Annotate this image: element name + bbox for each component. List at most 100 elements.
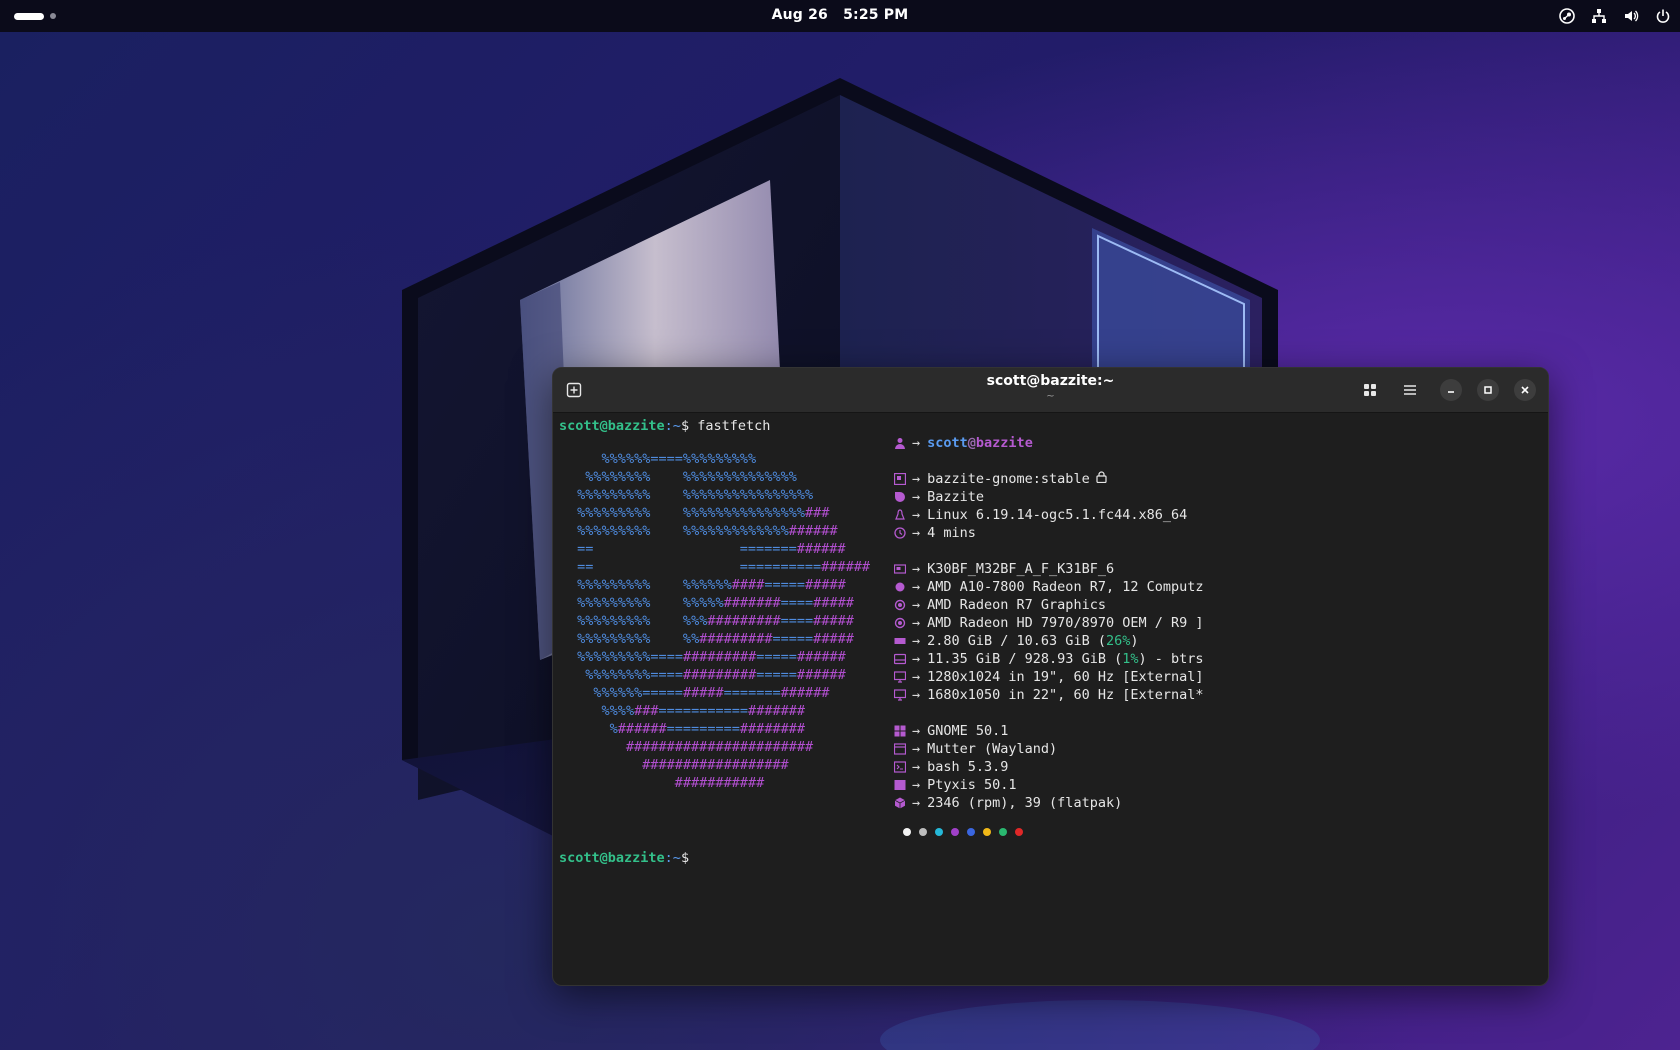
system-tray[interactable] <box>1558 6 1672 26</box>
info-value: 4 mins <box>927 525 976 541</box>
info-value: Linux 6.19.14-ogc5.1.fc44.x86_64 <box>927 507 1188 523</box>
arrow: → <box>912 633 921 649</box>
ascii-line: %%%%%%=====#####=======###### <box>593 685 830 701</box>
arrow: → <box>912 651 921 667</box>
info-row: → AMD Radeon HD 7970/8970 OEM / R9 ] <box>893 614 1204 632</box>
info-row: → GNOME 50.1 <box>893 722 1204 740</box>
close-icon <box>1521 386 1529 394</box>
terminal-content[interactable]: scott@bazzite:~$ fastfetch %%%%%%====%%%… <box>559 418 1539 978</box>
volume-icon[interactable] <box>1622 7 1640 25</box>
arrow: → <box>912 525 921 541</box>
info-row: → bazzite-gnome:stable <box>893 470 1204 488</box>
info-row: → 1680x1050 in 22", 60 Hz [External* <box>893 686 1204 704</box>
ascii-line: %%%%%%%%% %%%%%%%%%%%%%###### <box>577 523 838 539</box>
terminal-window[interactable]: scott@bazzite:~ ~ scott@bazzite:~$ fastf… <box>552 367 1549 986</box>
info-group-software: → GNOME 50.1 → Mutter (Wayland) → bash 5.3.9 →… <box>893 722 1204 812</box>
info-value: GNOME 50.1 <box>927 723 1009 739</box>
maximize-button[interactable] <box>1477 379 1499 401</box>
arrow: → <box>912 507 921 523</box>
terminal-titlebar[interactable]: scott@bazzite:~ ~ <box>553 368 1548 413</box>
info-row: → Ptyxis 50.1 <box>893 776 1204 794</box>
arrow: → <box>912 723 921 739</box>
memory-percent: 26% <box>1105 633 1131 649</box>
info-row: → 2346 (rpm), 39 (flatpak) <box>893 794 1204 812</box>
info-row: → 4 mins <box>893 524 1204 542</box>
ascii-line: %%%%%%%%%====#########=====###### <box>577 649 846 665</box>
ascii-line: %%%%%%%%% %%%%%%%%%%%%%%%% <box>577 487 814 503</box>
arrow: → <box>912 489 921 505</box>
arrow: → <box>912 579 921 595</box>
ascii-line: == =======###### <box>577 541 846 557</box>
disk-close: ) - btrs <box>1138 651 1204 667</box>
info-value: Ptyxis 50.1 <box>927 777 1017 793</box>
gpu-icon <box>893 598 907 612</box>
ascii-line: ####################### <box>625 739 814 755</box>
memory-close: ) <box>1130 633 1139 649</box>
image-icon <box>893 472 907 486</box>
info-value: Bazzite <box>927 489 985 505</box>
ascii-line: %%%%%%%%% %%#########=====##### <box>577 631 854 647</box>
info-group-system: → bazzite-gnome:stable → Bazzite → Linux 6.19… <box>893 470 1204 542</box>
date-time-button[interactable]: Aug 26 5:25 PM <box>0 7 1680 23</box>
network-icon[interactable] <box>1590 7 1608 25</box>
info-row: → bash 5.3.9 <box>893 758 1204 776</box>
minimize-button[interactable] <box>1440 379 1462 401</box>
info-user: scott <box>927 435 968 451</box>
ascii-line: ########### <box>674 775 765 791</box>
memory-icon <box>893 634 907 648</box>
ascii-line: %%%%%%%%====#########=====###### <box>585 667 846 683</box>
command-text: fastfetch <box>697 418 771 434</box>
arrow: → <box>912 741 921 757</box>
prompt-user-host: scott@bazzite <box>559 418 665 434</box>
prompt-symbol: $ <box>680 850 690 866</box>
arrow: → <box>912 687 921 703</box>
info-at: @ <box>967 435 976 451</box>
palette-swatch <box>983 828 991 836</box>
info-row-memory: → 2.80 GiB / 10.63 GiB (26%) <box>893 632 1204 650</box>
fastfetch-info: → scott @ bazzite → bazzite-gnome:stable → Ba… <box>893 434 1204 836</box>
arrow: → <box>912 759 921 775</box>
prompt-line[interactable]: scott@bazzite:~$ <box>559 850 689 866</box>
info-row: → 1280x1024 in 19", 60 Hz [External] <box>893 668 1204 686</box>
ascii-line: ################## <box>642 757 789 773</box>
power-icon[interactable] <box>1654 7 1672 25</box>
arrow: → <box>912 561 921 577</box>
info-row: → Mutter (Wayland) <box>893 740 1204 758</box>
arrow: → <box>912 615 921 631</box>
prompt-path: :~ <box>664 418 681 434</box>
palette-swatch <box>919 828 927 836</box>
info-row: → K30BF_M32BF_A_F_K31BF_6 <box>893 560 1204 578</box>
info-value: Mutter (Wayland) <box>927 741 1058 757</box>
disk-text: 11.35 GiB / 928.93 GiB ( <box>927 651 1123 667</box>
host-icon <box>893 562 907 576</box>
info-host: bazzite <box>975 435 1033 451</box>
display-icon <box>893 670 907 684</box>
info-row: → Bazzite <box>893 488 1204 506</box>
time-label: 5:25 PM <box>843 7 909 23</box>
gpu-icon <box>893 616 907 630</box>
cpu-icon <box>893 580 907 594</box>
grid-icon <box>1364 384 1376 396</box>
ascii-line: %%%%%%%% %%%%%%%%%%%%%% <box>585 469 797 485</box>
prompt-user-host: scott@bazzite <box>559 850 665 866</box>
close-button[interactable] <box>1514 379 1536 401</box>
maximize-icon <box>1484 386 1492 394</box>
package-icon <box>893 796 907 810</box>
main-menu-button[interactable] <box>1397 377 1423 403</box>
palette-swatch <box>999 828 1007 836</box>
palette-swatch <box>1015 828 1023 836</box>
ascii-line: %%%%###===========####### <box>601 703 806 719</box>
ascii-line: %%%%%%====%%%%%%%%% <box>601 451 757 467</box>
info-value: AMD Radeon HD 7970/8970 OEM / R9 ] <box>927 615 1204 631</box>
info-row: → AMD A10-7800 Radeon R7, 12 Computz <box>893 578 1204 596</box>
tab-overview-button[interactable] <box>1357 377 1383 403</box>
ascii-line: == ==========###### <box>577 559 870 575</box>
arrow: → <box>912 669 921 685</box>
info-value: bazzite-gnome:stable <box>927 471 1090 487</box>
arrow: → <box>912 795 921 811</box>
ascii-line: %%%%%%%%% %%%#########====##### <box>577 613 854 629</box>
steam-icon[interactable] <box>1558 7 1576 25</box>
ascii-line: %%%%%%%%% %%%%%%####=====##### <box>577 577 846 593</box>
de-icon <box>893 724 907 738</box>
info-group-displays: → 1280x1024 in 19", 60 Hz [External] → 1680… <box>893 668 1204 704</box>
